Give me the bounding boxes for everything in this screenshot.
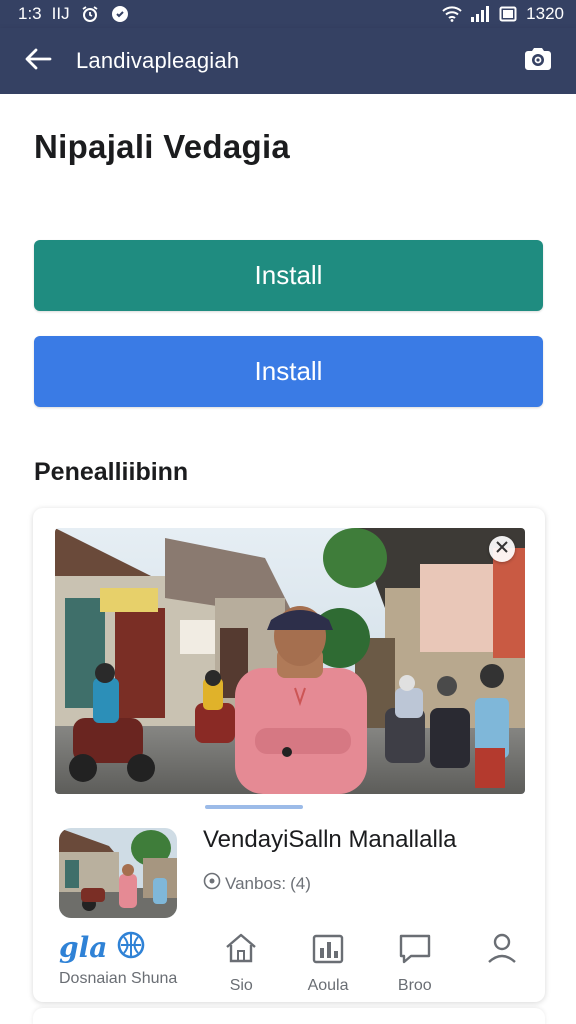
app-name: VendayiSalln Manallalla (203, 826, 457, 853)
status-time: 1:3 (18, 4, 42, 23)
street-scene-image (55, 528, 525, 794)
nav-item-stats[interactable]: Aoula (285, 926, 372, 1002)
battery-icon (498, 5, 518, 23)
next-card-peek (33, 1008, 545, 1024)
app-thumbnail[interactable] (59, 828, 177, 918)
app-card: VendayiSalln Manallalla Vanbos: (4) gla … (33, 508, 545, 1002)
nav-item-home[interactable]: Sio (198, 926, 285, 1002)
app-bar: Landivapleagiah (0, 28, 576, 94)
alarm-icon (80, 5, 100, 23)
info-icon (203, 872, 221, 895)
nav-label-brand: Dosnaian Shuna (59, 970, 178, 987)
home-icon (223, 932, 259, 969)
profile-icon (484, 932, 520, 969)
close-icon (496, 540, 508, 558)
bottom-nav: gla Dosnaian Shuna Sio Aoula Broo (33, 926, 545, 1002)
app-meta: Vanbos: (4) (203, 872, 311, 895)
camera-icon (523, 45, 553, 78)
signal-icon (470, 5, 490, 23)
install-button-secondary[interactable]: Install (34, 336, 543, 407)
meta-value: (4) (290, 873, 311, 893)
nav-label-messages: Broo (397, 977, 432, 994)
carousel-indicator (205, 805, 303, 809)
section-title: Penealliibinn (34, 458, 189, 486)
camera-button[interactable] (500, 28, 576, 94)
close-button[interactable] (489, 536, 515, 562)
chart-icon (310, 932, 346, 969)
status-bar: 1:3 IIJ 1320 (0, 0, 576, 28)
nav-item-profile[interactable] (458, 926, 545, 1002)
nav-item-brand[interactable]: gla Dosnaian Shuna (33, 926, 198, 1002)
street-thumbnail-image (59, 828, 177, 918)
nav-label-stats: Aoula (307, 977, 349, 994)
chat-icon (397, 932, 433, 969)
status-clock: 1320 (526, 4, 564, 23)
wifi-icon (442, 5, 462, 23)
nav-item-messages[interactable]: Broo (371, 926, 458, 1002)
app-bar-title: Landivapleagiah (76, 48, 240, 73)
status-carrier: IIJ (51, 4, 70, 23)
arrow-left-icon (24, 47, 52, 76)
nav-label-home: Sio (229, 977, 253, 994)
meta-label: Vanbos: (225, 873, 287, 893)
back-button[interactable] (0, 28, 76, 94)
main-content: Nipajali Vedagia Install Install Peneall… (0, 94, 576, 1024)
install-button-primary[interactable]: Install (34, 240, 543, 311)
street-photo[interactable] (55, 528, 525, 794)
brand-logo-icon (115, 931, 147, 964)
brand-wordmark: gla (59, 930, 108, 964)
shield-badge-icon (110, 5, 130, 23)
page-title: Nipajali Vedagia (34, 128, 291, 165)
